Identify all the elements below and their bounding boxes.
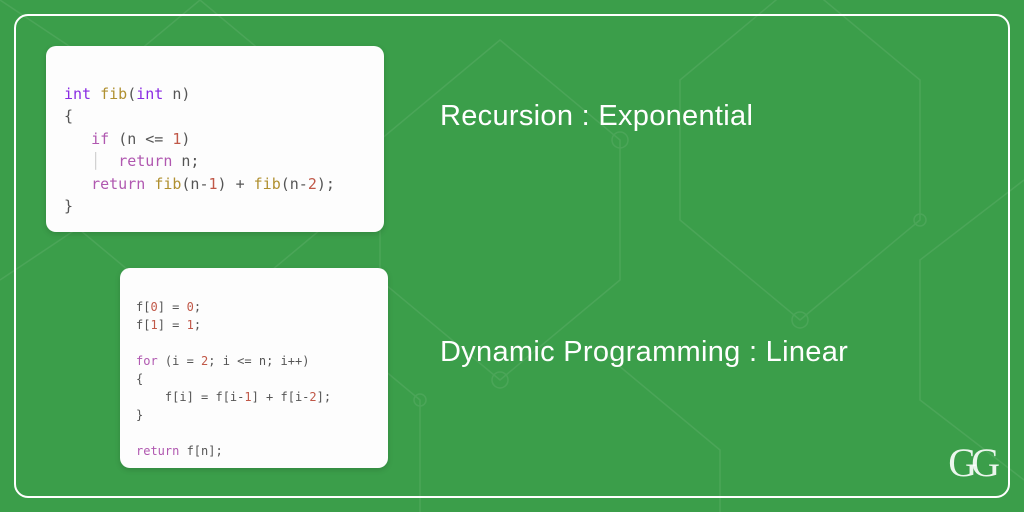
code-token: (n <= (118, 130, 172, 148)
code-token: n; (172, 152, 199, 170)
code-token: ; (194, 300, 201, 314)
code-token: (n- (181, 175, 208, 193)
code-token: ] + f[i- (252, 390, 310, 404)
logo-gfg: GG (948, 439, 994, 486)
code-token: fib (254, 175, 281, 193)
code-token: } (64, 197, 73, 215)
code-token: (i = (158, 354, 201, 368)
code-token: f[ (136, 300, 150, 314)
code-token: ) (181, 130, 190, 148)
code-token: for (136, 354, 158, 368)
code-token: return (118, 152, 172, 170)
code-token: 1 (187, 318, 194, 332)
code-token: 0 (187, 300, 194, 314)
code-token: ] = (158, 318, 187, 332)
code-token: 1 (244, 390, 251, 404)
code-token: fib (100, 85, 127, 103)
code-token: int (64, 85, 91, 103)
code-token: ]; (317, 390, 331, 404)
code-token: 2 (308, 175, 317, 193)
code-token: ; (194, 318, 201, 332)
code-token: if (91, 130, 109, 148)
code-token: fib (154, 175, 181, 193)
code-token: 1 (150, 318, 157, 332)
code-token: f[i] = f[i- (136, 390, 244, 404)
code-token: } (136, 408, 143, 422)
code-card-recursion: int fib(int n) { if (n <= 1) │ return n;… (46, 46, 384, 232)
title-recursion: Recursion : Exponential (440, 100, 753, 133)
code-token: int (136, 85, 163, 103)
code-token: f[n]; (179, 444, 222, 458)
code-token: ); (317, 175, 335, 193)
code-token: { (64, 107, 73, 125)
code-token: return (91, 175, 145, 193)
code-token: f[ (136, 318, 150, 332)
code-token: n (172, 85, 181, 103)
code-token: 0 (150, 300, 157, 314)
code-token: 2 (309, 390, 316, 404)
code-token: 1 (209, 175, 218, 193)
code-token: (n- (281, 175, 308, 193)
code-token: ] = (158, 300, 187, 314)
code-token: ; i <= n; i++) (208, 354, 309, 368)
code-token: return (136, 444, 179, 458)
code-card-dp: f[0] = 0; f[1] = 1; for (i = 2; i <= n; … (120, 268, 388, 468)
code-token: { (136, 372, 143, 386)
title-dp: Dynamic Programming : Linear (440, 336, 848, 369)
code-token: ) + (218, 175, 254, 193)
